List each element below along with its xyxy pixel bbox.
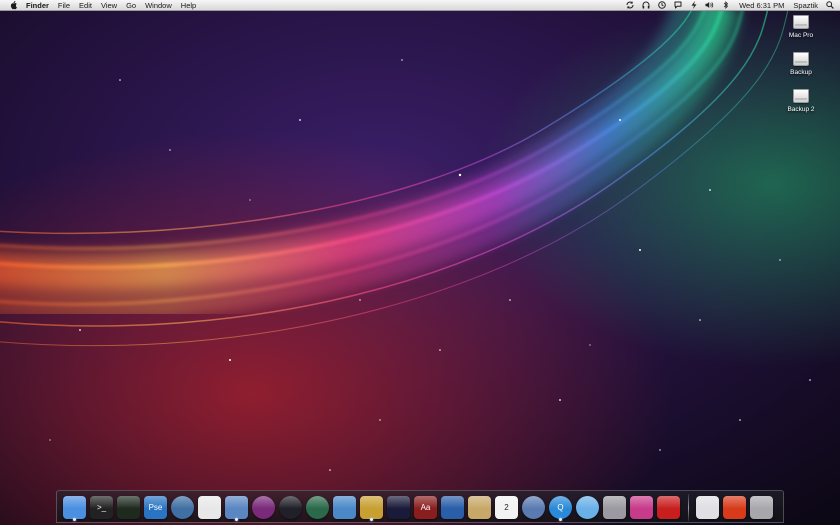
bluetooth-icon[interactable] xyxy=(721,1,730,10)
running-indicator xyxy=(235,518,238,521)
safari-icon[interactable] xyxy=(171,496,194,519)
chat-icon[interactable] xyxy=(673,1,682,10)
lightning-icon[interactable] xyxy=(689,1,698,10)
running-indicator xyxy=(370,518,373,521)
iphoto-icon[interactable] xyxy=(333,496,356,519)
remote-desktop-icon[interactable] xyxy=(441,496,464,519)
downloads-stack-icon[interactable] xyxy=(723,496,746,519)
aperture-icon[interactable] xyxy=(279,496,302,519)
final-cut-icon[interactable] xyxy=(387,496,410,519)
menu-edit[interactable]: Edit xyxy=(79,1,92,10)
dock-separator xyxy=(688,494,689,521)
time-machine-icon[interactable] xyxy=(306,496,329,519)
notes-icon[interactable] xyxy=(468,496,491,519)
terminal-icon[interactable]: >_ xyxy=(90,496,113,519)
iwork-icon[interactable] xyxy=(360,496,383,519)
volume-icon[interactable] xyxy=(705,1,714,10)
hard-drive-icon xyxy=(793,15,809,29)
desktop-icon-backup[interactable]: Backup xyxy=(779,52,823,76)
front-row-icon[interactable] xyxy=(657,496,680,519)
menu-help[interactable]: Help xyxy=(181,1,196,10)
desktop-wallpaper xyxy=(0,0,840,525)
itunes-visualizer-icon[interactable] xyxy=(252,496,275,519)
desktop-icon-label: Backup xyxy=(790,69,812,76)
system-profiler-icon[interactable] xyxy=(603,496,626,519)
running-indicator xyxy=(73,518,76,521)
textedit-icon[interactable] xyxy=(198,496,221,519)
menu-bar: Finder File Edit View Go Window Help Wed… xyxy=(0,0,840,11)
photoshop-elements-icon[interactable]: Pse xyxy=(144,496,167,519)
desktop-icon-backup-2[interactable]: Backup 2 xyxy=(779,89,823,113)
dictionary-icon[interactable]: Aa xyxy=(414,496,437,519)
itunes-icon[interactable] xyxy=(576,496,599,519)
hard-drive-icon xyxy=(793,52,809,66)
menu-finder[interactable]: Finder xyxy=(26,1,49,10)
preview-icon[interactable] xyxy=(225,496,248,519)
dock: >_ Pse Aa 2 Q xyxy=(56,490,784,523)
photo-booth-icon[interactable] xyxy=(630,496,653,519)
trash-icon[interactable] xyxy=(750,496,773,519)
apple-logo-icon[interactable] xyxy=(9,0,18,10)
desktop-icon-mac-pro[interactable]: Mac Pro xyxy=(779,15,823,39)
menubar-clock[interactable]: Wed 6:31 PM xyxy=(739,1,784,10)
menu-file[interactable]: File xyxy=(58,1,70,10)
quicktime-icon[interactable]: Q xyxy=(549,496,572,519)
activity-monitor-icon[interactable] xyxy=(117,496,140,519)
spotlight-search-icon[interactable] xyxy=(825,1,834,10)
documents-stack-icon[interactable] xyxy=(696,496,719,519)
calendar-icon[interactable]: 2 xyxy=(495,496,518,519)
clock-icon[interactable] xyxy=(657,1,666,10)
running-indicator xyxy=(559,518,562,521)
fast-user-switch[interactable]: Spaztik xyxy=(793,1,818,10)
sync-icon[interactable] xyxy=(625,1,634,10)
desktop-icon-label: Backup 2 xyxy=(787,106,815,113)
desktop-icon-label: Mac Pro xyxy=(788,32,814,39)
menu-go[interactable]: Go xyxy=(126,1,136,10)
menu-view[interactable]: View xyxy=(101,1,117,10)
finder-icon[interactable] xyxy=(63,496,86,519)
hard-drive-icon xyxy=(793,89,809,103)
facetime-icon[interactable] xyxy=(522,496,545,519)
headphones-icon[interactable] xyxy=(641,1,650,10)
menu-window[interactable]: Window xyxy=(145,1,172,10)
